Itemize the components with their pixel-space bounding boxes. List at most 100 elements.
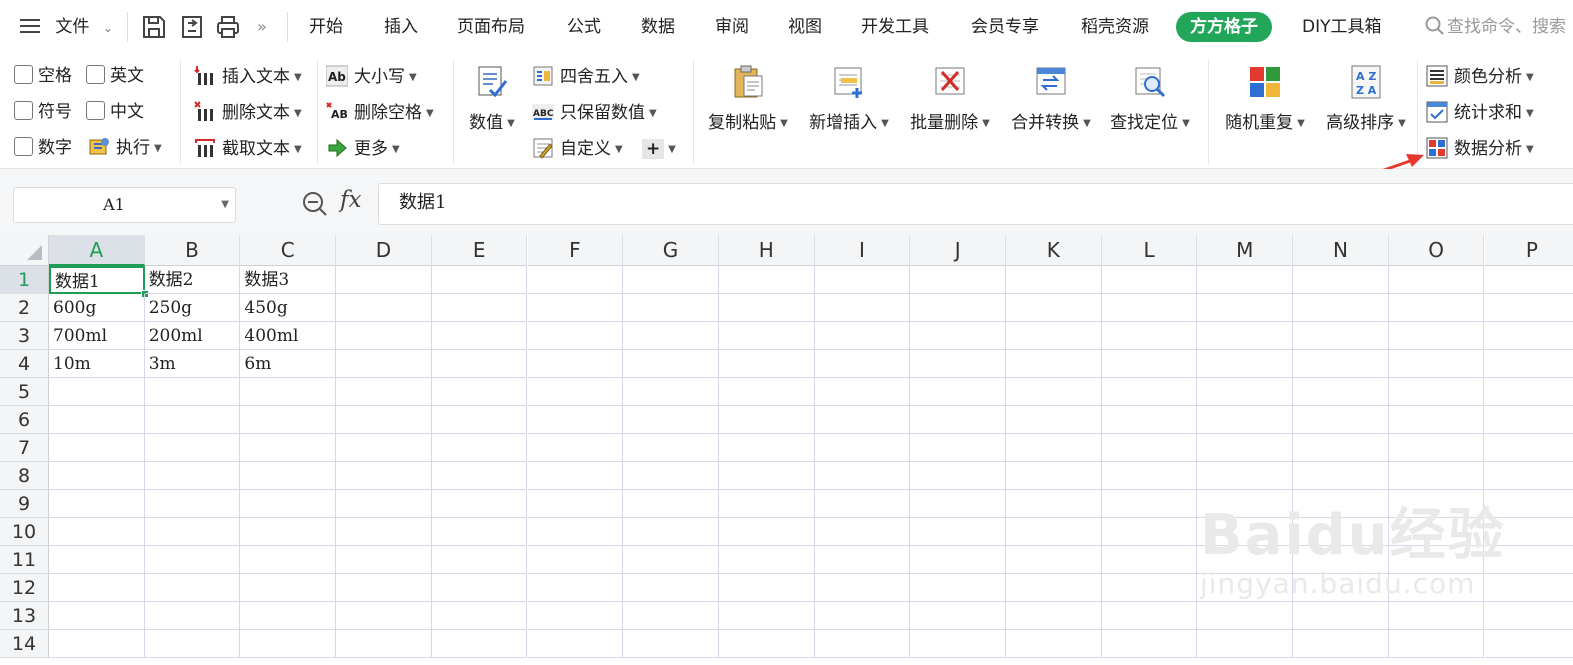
cell[interactable] bbox=[144, 518, 241, 546]
cell[interactable] bbox=[910, 546, 1006, 574]
cell[interactable] bbox=[814, 630, 911, 658]
tab-data[interactable]: 数据 bbox=[641, 0, 675, 54]
cell[interactable] bbox=[718, 490, 815, 518]
cell[interactable] bbox=[623, 266, 719, 294]
cell[interactable] bbox=[1293, 434, 1389, 462]
cell[interactable] bbox=[1006, 350, 1102, 378]
cell[interactable] bbox=[431, 490, 528, 518]
cell[interactable] bbox=[144, 490, 241, 518]
cell[interactable] bbox=[49, 434, 145, 462]
cell[interactable]: 400ml bbox=[240, 322, 337, 350]
export-icon[interactable] bbox=[179, 14, 205, 40]
checkbox-space[interactable]: 空格 bbox=[14, 64, 72, 88]
cell[interactable] bbox=[718, 350, 815, 378]
batch-delete-button[interactable]: 批量删除 ▼ bbox=[906, 60, 994, 164]
cell[interactable] bbox=[1197, 350, 1294, 378]
formula-input[interactable]: 数据1 bbox=[378, 183, 1573, 225]
cell[interactable] bbox=[1388, 406, 1485, 434]
cell[interactable] bbox=[1101, 518, 1198, 546]
cell[interactable] bbox=[240, 406, 337, 434]
cell[interactable] bbox=[718, 630, 815, 658]
checkbox-symbol[interactable]: 符号 bbox=[14, 100, 72, 124]
more-button[interactable]: 更多 ▼ bbox=[326, 136, 400, 162]
cell[interactable] bbox=[431, 434, 528, 462]
data-analysis-button[interactable]: 数据分析 ▼ bbox=[1426, 136, 1534, 162]
cell[interactable] bbox=[1197, 406, 1294, 434]
cell[interactable] bbox=[1484, 322, 1573, 350]
cell[interactable] bbox=[527, 378, 624, 406]
column-header[interactable]: O bbox=[1388, 235, 1485, 266]
cell[interactable] bbox=[1197, 322, 1294, 350]
cell[interactable] bbox=[814, 546, 911, 574]
cell[interactable] bbox=[431, 294, 528, 322]
cell[interactable] bbox=[623, 378, 719, 406]
cell[interactable] bbox=[1006, 406, 1102, 434]
cell[interactable] bbox=[718, 574, 815, 602]
cell[interactable] bbox=[336, 630, 432, 658]
cell[interactable] bbox=[623, 434, 719, 462]
cell[interactable] bbox=[910, 574, 1006, 602]
cell[interactable] bbox=[240, 434, 337, 462]
cell[interactable] bbox=[910, 602, 1006, 630]
cell[interactable] bbox=[1293, 518, 1389, 546]
cell[interactable] bbox=[910, 266, 1006, 294]
row-header[interactable]: 11 bbox=[0, 546, 49, 574]
tab-docer[interactable]: 稻壳资源 bbox=[1081, 0, 1149, 54]
cell[interactable] bbox=[336, 546, 432, 574]
cell[interactable] bbox=[910, 294, 1006, 322]
cell[interactable] bbox=[1197, 490, 1294, 518]
cell[interactable] bbox=[1484, 434, 1573, 462]
cell[interactable] bbox=[1484, 294, 1573, 322]
random-repeat-button[interactable]: 随机重复 ▼ bbox=[1221, 60, 1309, 164]
cell[interactable] bbox=[431, 378, 528, 406]
cell[interactable] bbox=[431, 630, 528, 658]
cell[interactable] bbox=[623, 462, 719, 490]
file-menu[interactable]: 文件 ⌄ bbox=[20, 0, 113, 54]
row-header[interactable]: 5 bbox=[0, 378, 49, 406]
column-header[interactable]: F bbox=[527, 235, 624, 266]
cell[interactable] bbox=[336, 462, 432, 490]
column-header[interactable]: M bbox=[1197, 235, 1294, 266]
row-header[interactable]: 8 bbox=[0, 462, 49, 490]
cell[interactable] bbox=[1388, 630, 1485, 658]
cell[interactable] bbox=[1197, 602, 1294, 630]
cell[interactable] bbox=[144, 630, 241, 658]
cell[interactable] bbox=[1101, 350, 1198, 378]
cell[interactable] bbox=[1101, 602, 1198, 630]
cell[interactable] bbox=[1388, 322, 1485, 350]
column-header[interactable]: L bbox=[1101, 235, 1198, 266]
cell[interactable] bbox=[1006, 518, 1102, 546]
cell[interactable]: 3m bbox=[144, 350, 241, 378]
cell[interactable] bbox=[49, 630, 145, 658]
cell[interactable] bbox=[814, 266, 911, 294]
cell[interactable] bbox=[1484, 602, 1573, 630]
cell[interactable] bbox=[527, 574, 624, 602]
column-header[interactable]: N bbox=[1293, 235, 1389, 266]
cell[interactable] bbox=[1006, 378, 1102, 406]
cell[interactable] bbox=[431, 518, 528, 546]
cell[interactable] bbox=[49, 518, 145, 546]
tab-developer[interactable]: 开发工具 bbox=[861, 0, 929, 54]
cell[interactable] bbox=[240, 574, 337, 602]
cell[interactable] bbox=[1101, 378, 1198, 406]
cell[interactable] bbox=[623, 406, 719, 434]
cell[interactable] bbox=[1006, 630, 1102, 658]
cell[interactable] bbox=[1197, 574, 1294, 602]
cell[interactable]: 数据2 bbox=[144, 266, 241, 294]
cell[interactable] bbox=[1293, 322, 1389, 350]
cell[interactable] bbox=[814, 434, 911, 462]
merge-convert-button[interactable]: 合并转换 ▼ bbox=[1007, 60, 1095, 164]
cell[interactable] bbox=[1388, 294, 1485, 322]
cell[interactable] bbox=[1101, 462, 1198, 490]
column-header[interactable]: K bbox=[1006, 235, 1102, 266]
column-header[interactable]: G bbox=[623, 235, 719, 266]
cell[interactable]: 6m bbox=[240, 350, 337, 378]
cell[interactable] bbox=[431, 322, 528, 350]
cell[interactable] bbox=[1101, 574, 1198, 602]
cell[interactable] bbox=[1197, 294, 1294, 322]
row-header[interactable]: 13 bbox=[0, 602, 49, 630]
cell[interactable] bbox=[623, 630, 719, 658]
cell[interactable] bbox=[1197, 462, 1294, 490]
cell[interactable] bbox=[527, 350, 624, 378]
cell[interactable] bbox=[144, 462, 241, 490]
